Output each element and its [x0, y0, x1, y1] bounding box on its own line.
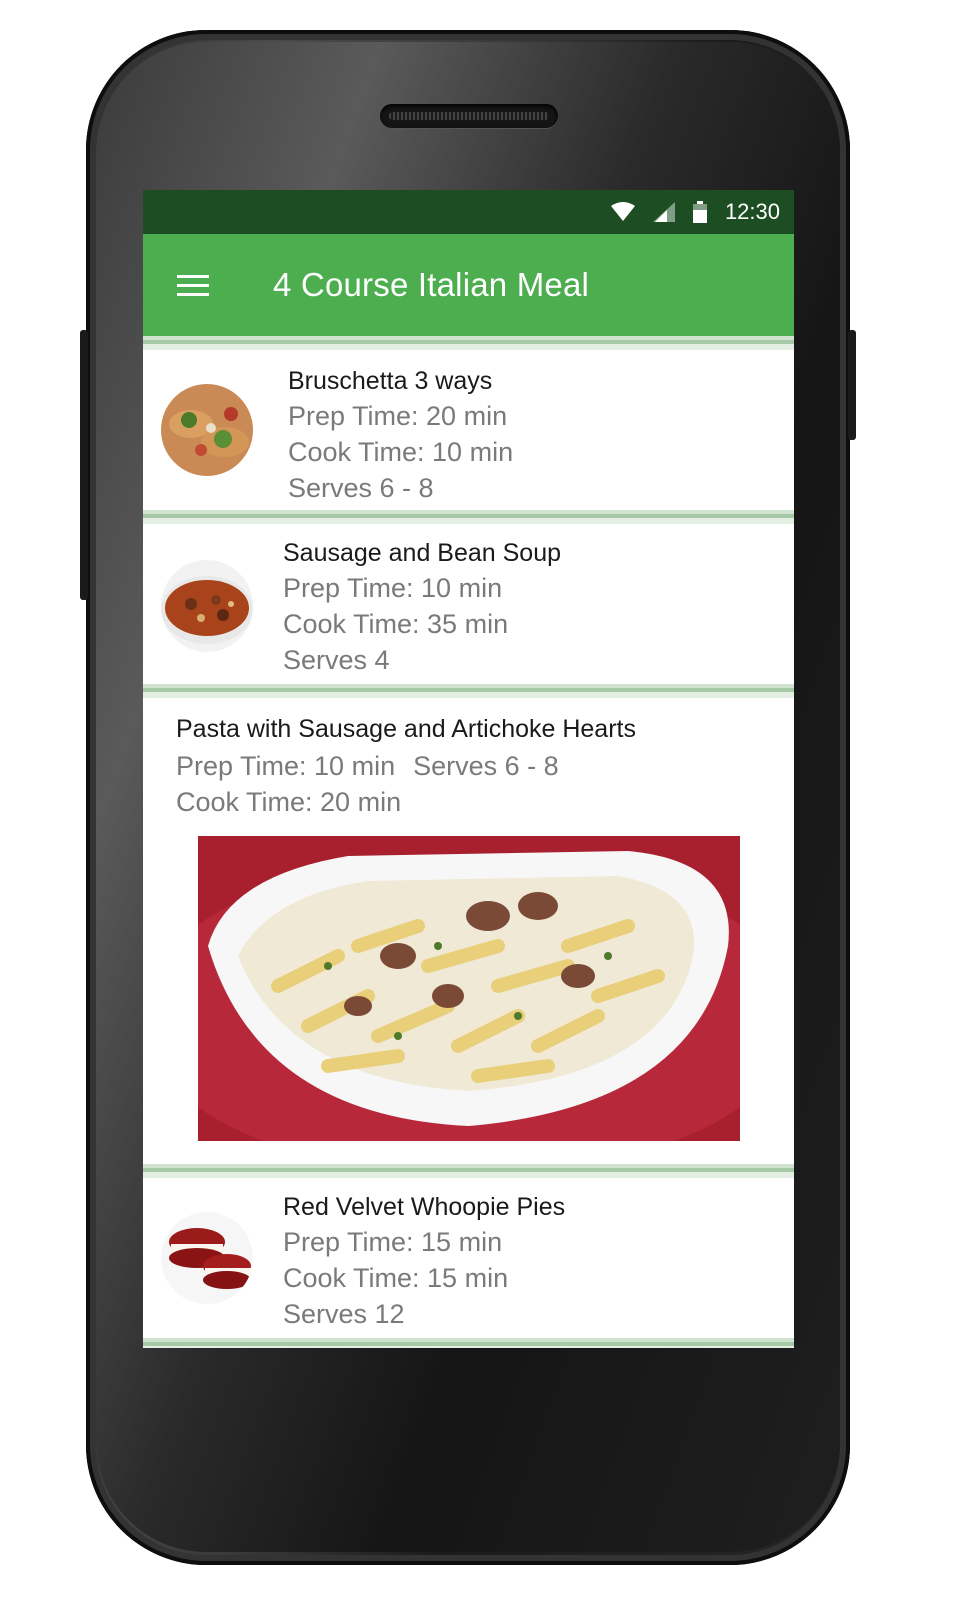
recipe-serves: Serves 6 - 8	[288, 473, 434, 503]
menu-button[interactable]	[143, 234, 243, 336]
recipe-serves: Serves 6 - 8	[413, 751, 559, 781]
recipe-prep-time: Prep Time: 15 min	[283, 1227, 503, 1257]
recipe-cook-time: Cook Time: 35 min	[283, 609, 509, 639]
soup-photo	[161, 560, 253, 652]
app-bar: 4 Course Italian Meal	[143, 234, 794, 336]
status-bar: 12:30	[143, 190, 794, 234]
list-divider	[143, 1338, 794, 1348]
recipe-card-whoopie-pies[interactable]: Red Velvet Whoopie Pies Prep Time: 15 mi…	[143, 1178, 794, 1338]
phone-speaker	[380, 104, 558, 128]
recipe-title: Red Velvet Whoopie Pies	[283, 1193, 566, 1221]
recipe-cook-time: Cook Time: 20 min	[176, 787, 402, 817]
app-screen: 12:30 4 Course Italian Meal Bruschetta 3…	[143, 190, 794, 1348]
phone-power-button	[848, 330, 856, 440]
recipe-cook-time: Cook Time: 10 min	[288, 437, 514, 467]
signal-icon	[652, 202, 675, 222]
list-divider	[143, 336, 794, 350]
whoopie-pie-photo	[161, 1212, 253, 1304]
recipe-card-pasta[interactable]: Pasta with Sausage and Artichoke Hearts …	[143, 698, 794, 1164]
list-divider	[143, 684, 794, 698]
page-title: 4 Course Italian Meal	[273, 266, 590, 303]
pasta-photo	[198, 836, 740, 1141]
list-divider	[143, 1164, 794, 1178]
recipe-prep-time: Prep Time: 20 min	[288, 401, 508, 431]
recipe-prep-time: Prep Time: 10 min	[176, 751, 396, 781]
bruschetta-photo	[161, 384, 253, 476]
recipe-cook-time: Cook Time: 15 min	[283, 1263, 509, 1293]
battery-icon	[692, 201, 707, 223]
recipe-title: Sausage and Bean Soup	[283, 539, 562, 567]
wifi-icon	[610, 202, 635, 222]
status-time: 12:30	[724, 199, 780, 224]
recipe-card-bruschetta[interactable]: Bruschetta 3 ways Prep Time: 20 min Cook…	[143, 350, 794, 510]
recipe-card-soup[interactable]: Sausage and Bean Soup Prep Time: 10 min …	[143, 524, 794, 684]
list-divider	[143, 510, 794, 524]
recipe-title: Pasta with Sausage and Artichoke Hearts	[176, 715, 636, 743]
recipe-serves: Serves 12	[283, 1299, 405, 1329]
recipe-prep-time: Prep Time: 10 min	[283, 573, 503, 603]
recipe-list: Bruschetta 3 ways Prep Time: 20 min Cook…	[143, 336, 794, 1348]
recipe-title: Bruschetta 3 ways	[288, 367, 493, 395]
hamburger-menu-icon	[177, 269, 209, 302]
recipe-serves: Serves 4	[283, 645, 390, 675]
phone-volume-button	[80, 330, 88, 600]
